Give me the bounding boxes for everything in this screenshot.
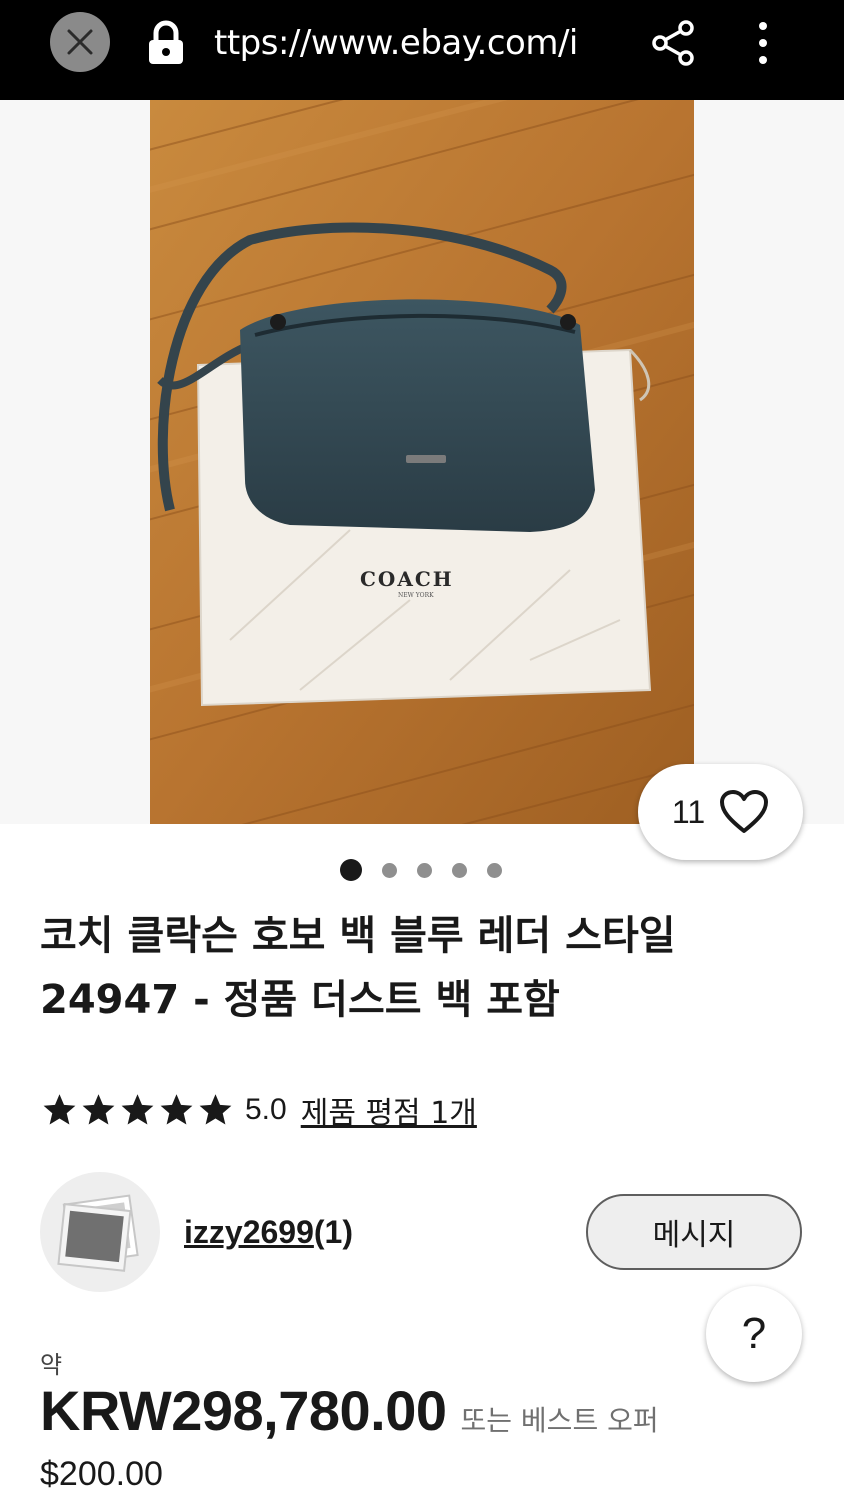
- converted-price: KRW298,780.00: [40, 1379, 447, 1442]
- watch-count: 11: [671, 793, 706, 830]
- rating-stars: [40, 1092, 235, 1128]
- dust-bag-sub: NEW YORK: [398, 592, 434, 599]
- address-bar-url[interactable]: ttps://www.ebay.com/i: [214, 20, 614, 66]
- rating-value: 5.0: [245, 1093, 287, 1126]
- dust-bag-brand: COACH: [360, 567, 454, 591]
- more-options-icon[interactable]: [748, 18, 778, 68]
- seller-feedback-score: (1): [313, 1214, 353, 1250]
- pagination-dot[interactable]: [340, 859, 362, 881]
- listing-title: 코치 클락슨 호보 백 블루 레더 스타일 24947 - 정품 더스트 백 포…: [40, 913, 676, 1023]
- pagination-dot[interactable]: [487, 862, 502, 878]
- seller-info[interactable]: izzy2699(1): [184, 1214, 353, 1251]
- help-button[interactable]: ?: [706, 1286, 802, 1382]
- star-icon: [199, 1094, 232, 1125]
- heart-icon: [720, 790, 769, 833]
- product-photo[interactable]: COACH NEW YORK: [150, 100, 694, 824]
- pagination-dot[interactable]: [452, 862, 467, 878]
- share-icon[interactable]: [650, 18, 698, 68]
- star-icon: [82, 1094, 115, 1125]
- close-icon: [67, 29, 93, 55]
- message-seller-button[interactable]: 메시지: [586, 1194, 802, 1270]
- star-icon: [43, 1094, 76, 1125]
- gallery-pagination[interactable]: [340, 858, 502, 882]
- pagination-dot[interactable]: [417, 862, 432, 878]
- product-gallery[interactable]: COACH NEW YORK 11: [0, 100, 844, 860]
- seller-username[interactable]: izzy2699: [184, 1214, 314, 1250]
- watch-button[interactable]: 11: [638, 764, 803, 860]
- ratings-count-link[interactable]: 제품 평점 1개: [301, 1088, 477, 1132]
- product-rating: 5.0 제품 평점 1개: [40, 1088, 477, 1132]
- star-icon: [160, 1094, 193, 1125]
- close-tab-button[interactable]: [50, 12, 110, 72]
- approx-label: 약: [40, 1351, 63, 1379]
- browser-toolbar: ttps://www.ebay.com/i: [0, 0, 844, 100]
- photo-placeholder-icon: [57, 1194, 139, 1272]
- best-offer-label: 또는 베스트 오퍼: [460, 1404, 659, 1437]
- seller-avatar[interactable]: [40, 1172, 160, 1292]
- star-icon: [121, 1094, 154, 1125]
- original-price: $200.00: [40, 1455, 163, 1493]
- lock-icon: [149, 20, 183, 64]
- price-row: KRW298,780.00 또는 베스트 오퍼: [40, 1378, 659, 1443]
- pagination-dot[interactable]: [382, 862, 397, 878]
